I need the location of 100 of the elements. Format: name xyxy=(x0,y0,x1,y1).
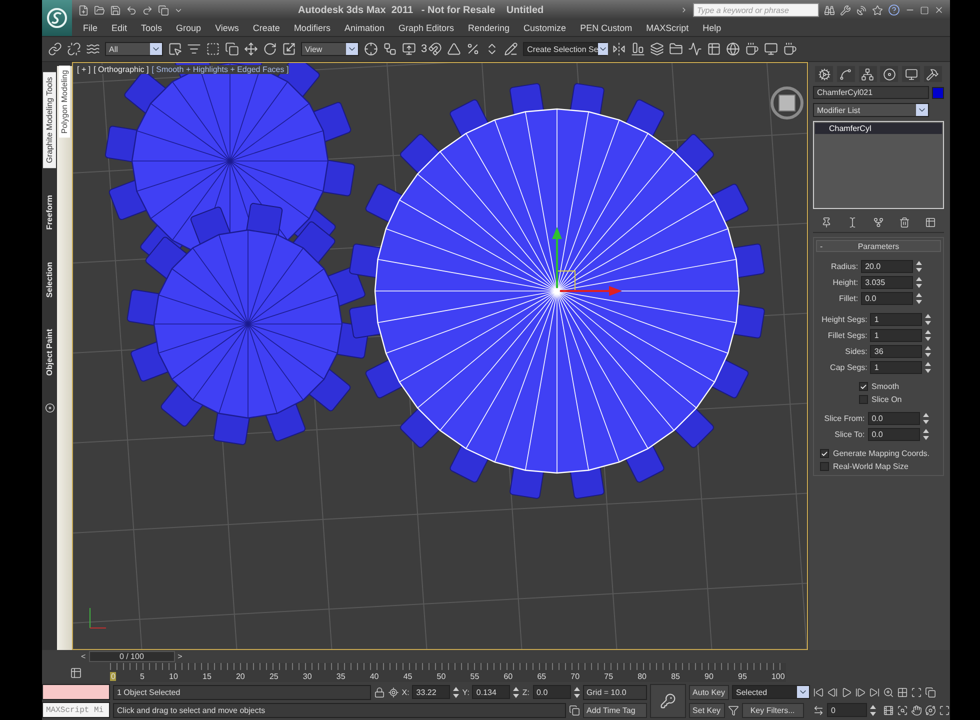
move-gizmo-icon[interactable] xyxy=(552,227,622,296)
selection-filter-dropdown[interactable]: All xyxy=(105,42,163,56)
menu-item[interactable]: Edit xyxy=(104,23,134,33)
orbit-icon[interactable] xyxy=(925,704,936,716)
modifier-stack[interactable]: ChamferCyl xyxy=(813,121,944,209)
coordinate-field[interactable]: 0.0 xyxy=(532,685,571,699)
close-icon[interactable] xyxy=(934,5,944,15)
link-icon[interactable] xyxy=(48,42,62,56)
layers-icon[interactable] xyxy=(650,42,664,56)
spinner-field[interactable]: 0.0 xyxy=(868,412,920,425)
hierarchy-icon[interactable] xyxy=(861,68,874,80)
named-selection-field[interactable]: Create Selection Se xyxy=(523,42,608,56)
spinner-arrows-icon[interactable] xyxy=(925,330,932,341)
maximize-viewport-icon[interactable] xyxy=(939,704,950,716)
skip-forward-icon[interactable] xyxy=(869,686,880,698)
object-color-swatch[interactable] xyxy=(932,86,944,98)
previous-frame-button[interactable]: < xyxy=(78,652,89,660)
monitor-icon[interactable] xyxy=(904,68,918,80)
menu-item[interactable]: Tools xyxy=(134,23,170,33)
zoom-icon[interactable] xyxy=(883,686,894,698)
menu-item[interactable]: Group xyxy=(169,23,208,33)
play-icon[interactable] xyxy=(841,686,852,698)
auto-key-button[interactable]: Auto Key xyxy=(688,684,729,700)
lock-icon[interactable] xyxy=(374,686,385,698)
move-icon[interactable] xyxy=(244,42,258,56)
ribbon-panel-label[interactable]: Polygon Modeling xyxy=(59,66,70,138)
step-forward-icon[interactable] xyxy=(855,686,866,698)
pencil-icon[interactable] xyxy=(504,42,518,56)
menu-item[interactable]: Help xyxy=(696,23,728,33)
hammer-icon[interactable] xyxy=(926,68,940,80)
coordinate-field[interactable]: 0.134 xyxy=(472,685,510,699)
caret-icon[interactable] xyxy=(680,6,688,14)
monitor-icon[interactable] xyxy=(402,42,416,56)
listener-input-field[interactable] xyxy=(42,684,110,700)
monitor-icon[interactable] xyxy=(764,42,778,56)
spinner-arrows-icon[interactable] xyxy=(925,314,932,325)
menu-item[interactable]: Views xyxy=(208,23,246,33)
folder-icon[interactable] xyxy=(94,4,105,16)
checkbox[interactable] xyxy=(820,462,829,471)
time-slider-thumb[interactable]: 0 / 100 xyxy=(88,650,175,662)
spinner-arrows-icon[interactable] xyxy=(922,413,929,424)
add-time-tag-button[interactable]: Add Time Tag xyxy=(582,702,647,718)
spinner-field[interactable]: 1 xyxy=(870,361,922,374)
stack-item[interactable]: ChamferCyl xyxy=(815,123,942,134)
menu-item[interactable]: Rendering xyxy=(461,23,517,33)
copy-icon[interactable] xyxy=(158,4,169,16)
menu-item[interactable]: Animation xyxy=(337,23,392,33)
nodes-icon[interactable] xyxy=(383,42,397,56)
spinner-arrows-icon[interactable] xyxy=(916,261,922,272)
redo-icon[interactable] xyxy=(142,4,153,16)
dashed-square-icon[interactable] xyxy=(206,42,220,56)
spinner-arrows-icon[interactable] xyxy=(453,686,460,698)
current-frame-field[interactable]: 0 xyxy=(827,703,867,717)
zoom-region-icon[interactable] xyxy=(897,704,908,716)
spinner-field[interactable]: 36 xyxy=(870,345,922,358)
satellite-dish-icon[interactable] xyxy=(856,4,867,16)
table-icon[interactable] xyxy=(707,42,722,56)
key-mode-dropdown[interactable]: Selected xyxy=(732,685,810,699)
spinner-arrows-icon[interactable] xyxy=(574,686,580,698)
mirror-icon[interactable] xyxy=(612,42,626,56)
magnet-icon[interactable] xyxy=(428,42,442,56)
filter-icon[interactable] xyxy=(728,704,739,716)
windows-icon[interactable] xyxy=(925,686,936,698)
view-cube-icon[interactable] xyxy=(770,86,804,120)
menu-item[interactable]: PEN Custom xyxy=(573,23,640,33)
spinner-arrows-icon[interactable] xyxy=(513,686,520,698)
folder-icon[interactable] xyxy=(669,42,684,56)
new-file-icon[interactable] xyxy=(78,4,89,16)
select-object-icon[interactable] xyxy=(168,42,182,56)
arrows-icon[interactable] xyxy=(813,704,824,716)
table-icon[interactable] xyxy=(925,217,936,228)
save-icon[interactable] xyxy=(110,4,121,16)
menu-item[interactable]: MAXScript xyxy=(639,23,696,33)
ribbon-tab[interactable]: Selection xyxy=(43,256,56,302)
app-logo-icon[interactable] xyxy=(46,7,68,29)
undo-icon[interactable] xyxy=(126,4,137,16)
time-ruler[interactable]: 0 5 10 15 20 25 30 35 40 45 50 55 60 65 70 75 80 85 90 95 100 xyxy=(110,663,786,682)
frame-icon[interactable] xyxy=(911,686,922,698)
step-back-icon[interactable] xyxy=(827,686,838,698)
percent-icon[interactable] xyxy=(466,42,480,56)
viewport[interactable]: [ + ] [ Orthographic ] [ Smooth + Highlights + Edged Faces ] xyxy=(72,62,808,650)
menu-item[interactable]: Modifiers xyxy=(286,23,338,33)
object-name-field[interactable]: ChamferCyl021 xyxy=(813,86,929,99)
maximize-icon[interactable] xyxy=(920,6,929,14)
spinner-field[interactable]: 1 xyxy=(870,329,922,342)
pan-icon[interactable] xyxy=(911,704,922,716)
viewport-label[interactable]: [ Orthographic ] xyxy=(94,65,149,74)
curve-icon[interactable] xyxy=(839,68,852,80)
fork-icon[interactable] xyxy=(872,217,884,228)
waves-icon[interactable] xyxy=(86,42,100,56)
help-icon[interactable] xyxy=(888,4,900,16)
viewport-label[interactable]: [ + ] xyxy=(77,65,91,74)
ribbon-tab[interactable]: Object Paint xyxy=(43,324,56,382)
set-key-button[interactable]: Set Key xyxy=(688,702,725,718)
broken-link-icon[interactable] xyxy=(67,42,81,56)
spinner-field[interactable]: 3.035 xyxy=(861,276,914,289)
skip-back-icon[interactable] xyxy=(813,686,824,698)
gear-icon[interactable] xyxy=(818,68,830,80)
menu-item[interactable]: Graph Editors xyxy=(391,23,462,33)
binoculars-icon[interactable] xyxy=(824,4,835,16)
